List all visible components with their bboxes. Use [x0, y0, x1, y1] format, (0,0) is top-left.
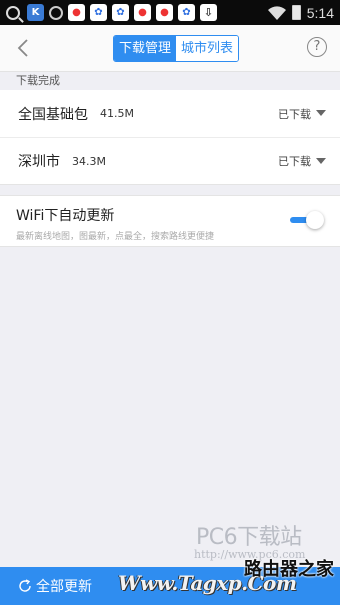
wifi-auto-update-setting: WiFi下自动更新 最新离线地图，图最新，点最全，搜索路线更便捷	[0, 195, 340, 247]
watermark-brand: PC6下载站	[196, 525, 302, 550]
k-app-icon: K	[27, 4, 44, 21]
download-icon: ⇩	[200, 4, 217, 21]
update-all-label: 全部更新	[36, 579, 92, 595]
wifi-auto-update-toggle[interactable]	[290, 211, 324, 229]
top-header: 下载管理 城市列表 ?	[0, 25, 340, 72]
target-icon	[49, 5, 63, 20]
list-item[interactable]: 深圳市 34.3M 已下载	[0, 137, 340, 184]
list-item[interactable]: 全国基础包 41.5M 已下载	[0, 90, 340, 137]
paw-app-icon: ✿	[112, 4, 129, 21]
watermark-corner: 路由器之家	[244, 559, 334, 580]
map-pin-app-icon: ●	[156, 4, 173, 21]
toggle-knob	[306, 211, 324, 229]
map-name: 深圳市	[18, 154, 60, 170]
paw-app-icon: ✿	[90, 4, 107, 21]
caret-down-icon[interactable]	[316, 110, 326, 116]
download-status: 已下载	[278, 107, 311, 121]
tab-city-list[interactable]: 城市列表	[176, 36, 239, 61]
download-list: 全国基础包 41.5M 已下载 深圳市 34.3M 已下载	[0, 90, 340, 185]
setting-description: 最新离线地图，图最新，点最全，搜索路线更便捷	[16, 232, 215, 242]
paw-app-icon: ✿	[178, 4, 195, 21]
clock: 5:14	[306, 4, 334, 21]
bottom-bar: 全部更新 Www.Tagxp.Com 路由器之家	[0, 559, 340, 605]
wifi-icon	[267, 5, 286, 20]
map-size: 41.5M	[100, 107, 134, 120]
section-title: 下载完成	[0, 72, 340, 90]
status-bar: K ● ✿ ✿ ● ● ✿ ⇩ 5:14	[0, 0, 340, 25]
help-icon[interactable]: ?	[307, 37, 327, 57]
back-button[interactable]	[12, 36, 36, 60]
map-name: 全国基础包	[18, 106, 88, 123]
caret-down-icon[interactable]	[316, 158, 326, 164]
update-all-button[interactable]: 全部更新	[0, 576, 92, 596]
map-pin-app-icon: ●	[68, 4, 85, 21]
battery-icon	[291, 5, 301, 20]
map-size: 34.3M	[72, 154, 106, 168]
tab-download-management[interactable]: 下载管理	[114, 36, 177, 61]
chevron-left-icon	[17, 39, 28, 57]
refresh-icon	[19, 579, 31, 592]
segmented-tabs: 下载管理 城市列表	[113, 35, 240, 62]
download-status: 已下载	[278, 155, 311, 168]
map-pin-app-icon: ●	[134, 4, 151, 21]
search-icon	[6, 5, 20, 20]
